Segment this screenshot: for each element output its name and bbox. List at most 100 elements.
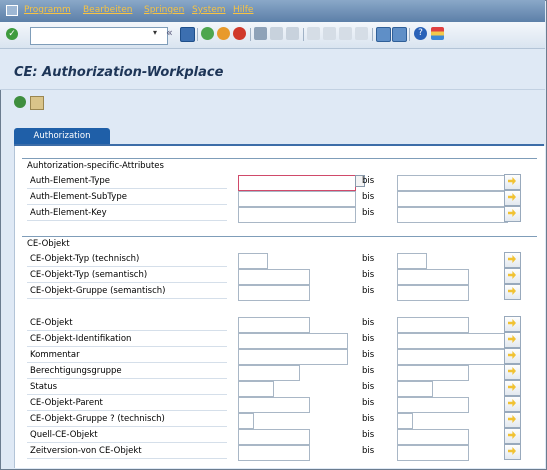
- ce-objekt-parent-to[interactable]: [397, 397, 469, 413]
- tab-authorization[interactable]: Authorization: [14, 128, 110, 144]
- find-icon[interactable]: [270, 27, 283, 40]
- multiple-selection-button[interactable]: [504, 444, 521, 460]
- multiple-selection-button[interactable]: [504, 316, 521, 332]
- shortcut-icon[interactable]: [392, 27, 407, 42]
- berechtigungsgruppe-to[interactable]: [397, 365, 469, 381]
- new-session-icon[interactable]: [376, 27, 391, 42]
- prev-page-icon[interactable]: [323, 27, 336, 40]
- back-icon[interactable]: [201, 27, 214, 40]
- multiple-selection-button[interactable]: [504, 268, 521, 284]
- selection-row: Kommentar bis: [22, 348, 537, 365]
- ce-objekt-parent-from[interactable]: [238, 397, 310, 413]
- ce-objekt-typ-sem-from[interactable]: [238, 269, 310, 285]
- ce-objekt-typ-tech-to[interactable]: [397, 253, 427, 269]
- multiple-selection-button[interactable]: [504, 428, 521, 444]
- menu-programm[interactable]: Programm: [24, 5, 71, 15]
- enter-icon[interactable]: ✓: [6, 28, 18, 40]
- save-icon[interactable]: [180, 27, 195, 42]
- next-page-icon[interactable]: [339, 27, 352, 40]
- print-icon[interactable]: [254, 27, 267, 40]
- bis-label: bis: [362, 398, 375, 408]
- menu-system[interactable]: System: [192, 5, 226, 15]
- quell-ce-objekt-from[interactable]: [238, 429, 310, 445]
- multiple-selection-button[interactable]: [504, 174, 521, 190]
- arrow-right-icon: [508, 367, 516, 375]
- status-from[interactable]: [238, 381, 274, 397]
- arrow-right-icon: [508, 351, 516, 359]
- multiple-selection-button[interactable]: [504, 206, 521, 222]
- berechtigungsgruppe-from[interactable]: [238, 365, 300, 381]
- arrow-right-icon: [508, 193, 516, 201]
- execute-icon[interactable]: [14, 96, 26, 108]
- system-menu-icon[interactable]: [6, 5, 18, 16]
- ce-objekt-gruppe-tech-from[interactable]: [238, 413, 254, 429]
- last-page-icon[interactable]: [355, 27, 368, 40]
- arrow-right-icon: [508, 415, 516, 423]
- field-label: CE-Objekt-Parent: [30, 398, 103, 408]
- field-label: Zeitversion-von CE-Objekt: [30, 446, 142, 456]
- multiple-selection-button[interactable]: [504, 412, 521, 428]
- field-label: CE-Objekt-Typ (semantisch): [30, 270, 148, 280]
- field-label: Berechtigungsgruppe: [30, 366, 122, 376]
- multiple-selection-button[interactable]: [504, 332, 521, 348]
- field-label: CE-Objekt-Typ (technisch): [30, 254, 140, 264]
- auth-element-key-to[interactable]: [397, 207, 508, 223]
- command-field[interactable]: [30, 27, 168, 45]
- chevron-down-icon[interactable]: ▾: [149, 28, 161, 40]
- multiple-selection-button[interactable]: [504, 252, 521, 268]
- ce-objekt-typ-tech-from[interactable]: [238, 253, 268, 269]
- bis-label: bis: [362, 382, 375, 392]
- first-page-icon[interactable]: [307, 27, 320, 40]
- status-to[interactable]: [397, 381, 433, 397]
- ce-objekt-ident-from[interactable]: [238, 333, 348, 349]
- field-label: CE-Objekt: [30, 318, 73, 328]
- auth-element-subtype-from[interactable]: [238, 191, 356, 207]
- auth-element-type-to[interactable]: [397, 175, 508, 191]
- ce-objekt-to[interactable]: [397, 317, 469, 333]
- field-label: Auth-Element-Type: [30, 176, 110, 186]
- bis-label: bis: [362, 350, 375, 360]
- selection-row: Auth-Element-SubType bis: [22, 190, 537, 207]
- arrow-right-icon: [508, 431, 516, 439]
- variant-icon[interactable]: [30, 96, 44, 110]
- selection-row: Zeitversion-von CE-Objekt bis: [22, 444, 537, 461]
- selection-row: Auth-Element-Type bis: [22, 174, 537, 191]
- kommentar-from[interactable]: [238, 349, 348, 365]
- auth-element-type-from[interactable]: [238, 175, 356, 191]
- multiple-selection-button[interactable]: [504, 396, 521, 412]
- menu-springen[interactable]: Springen: [144, 5, 184, 15]
- multiple-selection-button[interactable]: [504, 190, 521, 206]
- ce-objekt-from[interactable]: [238, 317, 310, 333]
- field-label: CE-Objekt-Identifikation: [30, 334, 132, 344]
- ce-objekt-typ-sem-to[interactable]: [397, 269, 469, 285]
- customize-layout-icon[interactable]: [431, 27, 444, 40]
- cancel-icon[interactable]: [233, 27, 246, 40]
- auth-element-subtype-to[interactable]: [397, 191, 508, 207]
- help-icon[interactable]: ?: [414, 27, 427, 40]
- bis-label: bis: [362, 192, 375, 202]
- ce-objekt-ident-to[interactable]: [397, 333, 507, 349]
- multiple-selection-button[interactable]: [504, 284, 521, 300]
- quell-ce-objekt-to[interactable]: [397, 429, 469, 445]
- find-next-icon[interactable]: [286, 27, 299, 40]
- ce-objekt-gruppe-tech-to[interactable]: [397, 413, 413, 429]
- multiple-selection-button[interactable]: [504, 364, 521, 380]
- multiple-selection-button[interactable]: [504, 380, 521, 396]
- tab-strip: Authorization: [14, 128, 544, 146]
- zeitversion-to[interactable]: [397, 445, 469, 461]
- zeitversion-from[interactable]: [238, 445, 310, 461]
- arrow-right-icon: [508, 209, 516, 217]
- ce-objekt-gruppe-sem-from[interactable]: [238, 285, 310, 301]
- selection-row: CE-Objekt-Parent bis: [22, 396, 537, 413]
- exit-icon[interactable]: [217, 27, 230, 40]
- history-icon[interactable]: «: [166, 26, 179, 39]
- ce-objekt-gruppe-sem-to[interactable]: [397, 285, 469, 301]
- field-label: Auth-Element-Key: [30, 208, 107, 218]
- bis-label: bis: [362, 176, 375, 186]
- menu-bearbeiten[interactable]: Bearbeiten: [83, 5, 132, 15]
- auth-element-key-from[interactable]: [238, 207, 356, 223]
- multiple-selection-button[interactable]: [504, 348, 521, 364]
- menu-hilfe[interactable]: Hilfe: [233, 5, 253, 15]
- arrow-right-icon: [508, 335, 516, 343]
- kommentar-to[interactable]: [397, 349, 507, 365]
